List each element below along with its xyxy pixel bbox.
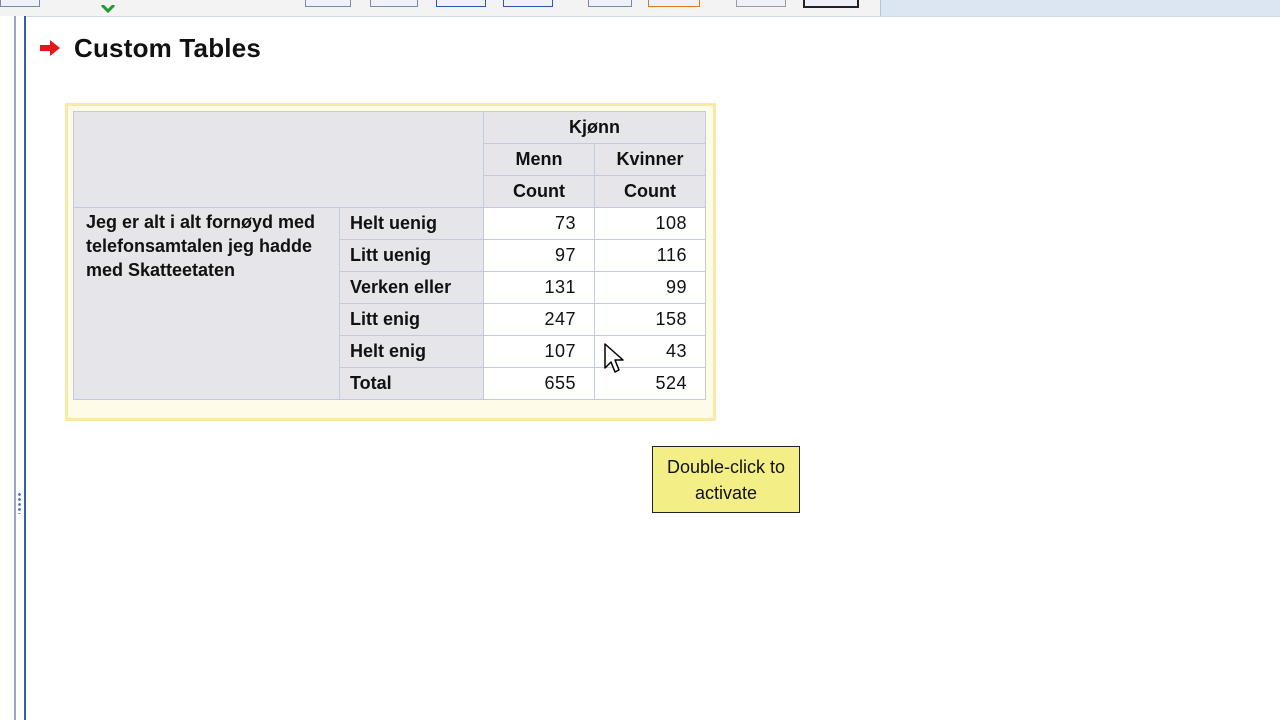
check-icon[interactable] <box>100 0 116 14</box>
table-corner <box>73 111 484 208</box>
output-heading: Custom Tables <box>38 30 261 66</box>
toolbar-button[interactable] <box>0 0 40 7</box>
row-variable-label: Jeg er alt i alt fornøyd med telefonsamt… <box>73 207 340 400</box>
outline-pane-edge <box>0 16 26 720</box>
row-label: Helt uenig <box>339 207 484 240</box>
table-cell: 73 <box>483 207 595 240</box>
row-label: Verken eller <box>339 271 484 304</box>
tooltip: Double-click to activate <box>652 446 800 513</box>
layers-icon[interactable] <box>503 0 553 7</box>
table-cell: 97 <box>483 239 595 272</box>
splitter-grip-icon[interactable] <box>17 492 22 514</box>
table-cell: 131 <box>483 271 595 304</box>
row-label: Helt enig <box>339 335 484 368</box>
table-row: Jeg er alt i alt fornøyd med telefonsamt… <box>73 207 706 400</box>
table-cell: 116 <box>594 239 706 272</box>
column-header-kvinner: Kvinner <box>594 143 706 176</box>
table-cell: 99 <box>594 271 706 304</box>
table-icon[interactable] <box>370 0 418 7</box>
run-icon[interactable] <box>803 0 859 8</box>
row-label: Litt uenig <box>339 239 484 272</box>
script-icon[interactable] <box>648 0 700 7</box>
statistic-header: Count <box>483 175 595 208</box>
statistic-header: Count <box>594 175 706 208</box>
document-icon[interactable] <box>588 0 632 7</box>
designate-window-icon[interactable] <box>736 0 786 7</box>
table-cell: 108 <box>594 207 706 240</box>
pivot-table-icon[interactable] <box>436 0 486 7</box>
table-cell: 158 <box>594 303 706 336</box>
output-viewer: Custom Tables Kjønn Menn Kvinner Count C… <box>0 0 1280 720</box>
column-variable-header: Kjønn <box>483 111 706 144</box>
row-label-total: Total <box>339 367 484 400</box>
row-label: Litt enig <box>339 303 484 336</box>
chart-icon[interactable] <box>305 0 351 7</box>
table-cell: 107 <box>483 335 595 368</box>
tooltip-text: Double-click to activate <box>666 456 786 503</box>
mouse-cursor-icon <box>604 343 624 373</box>
toolbar-empty-area <box>880 0 1280 16</box>
page-title: Custom Tables <box>74 32 262 63</box>
red-arrow-right-icon <box>40 40 60 56</box>
table-cell: 247 <box>483 303 595 336</box>
table-cell: 655 <box>483 367 595 400</box>
column-header-menn: Menn <box>483 143 595 176</box>
toolbar <box>0 0 1280 17</box>
